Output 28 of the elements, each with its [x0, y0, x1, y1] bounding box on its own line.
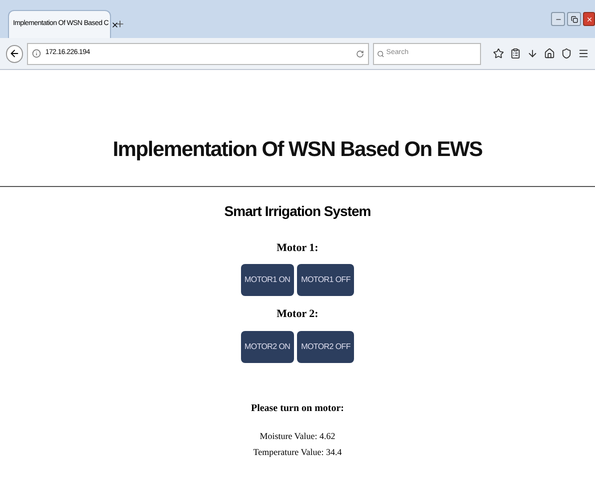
close-window-button[interactable]: [583, 12, 595, 26]
reload-icon[interactable]: [356, 50, 364, 58]
restore-button[interactable]: [567, 12, 581, 26]
motor-button[interactable]: MOTOR2 OFF: [297, 330, 354, 362]
sensor-reading: Temperature Value: 34.4: [253, 446, 342, 459]
restore-icon: [570, 16, 578, 22]
bookmark-star-icon[interactable]: [492, 48, 504, 59]
close-icon[interactable]: [110, 20, 119, 28]
status-message: Please turn on motor:: [250, 402, 344, 416]
clipboard-icon[interactable]: [510, 48, 521, 59]
search-icon: [377, 50, 384, 58]
shield-icon[interactable]: [560, 48, 572, 59]
motor-label: Motor 2:: [276, 307, 318, 322]
new-tab-icon[interactable]: [115, 19, 125, 29]
back-arrow-icon: [9, 48, 20, 59]
section-heading: Smart Irrigation System: [224, 202, 371, 221]
home-icon[interactable]: [544, 48, 555, 59]
motor-label: Motor 1:: [276, 240, 318, 256]
info-icon[interactable]: [32, 49, 42, 58]
motor-button[interactable]: MOTOR1 OFF: [297, 264, 354, 296]
motor-button[interactable]: MOTOR1 ON: [240, 264, 294, 296]
menu-icon[interactable]: [578, 48, 589, 59]
download-icon[interactable]: [526, 48, 538, 59]
close-icon: [586, 16, 592, 22]
page-title: Implementation Of WSN Based On EWS: [112, 137, 482, 163]
sensor-reading: Moisture Value: 4.62: [260, 430, 336, 442]
motor-button[interactable]: MOTOR2 ON: [240, 330, 294, 362]
back-button[interactable]: [6, 44, 24, 62]
